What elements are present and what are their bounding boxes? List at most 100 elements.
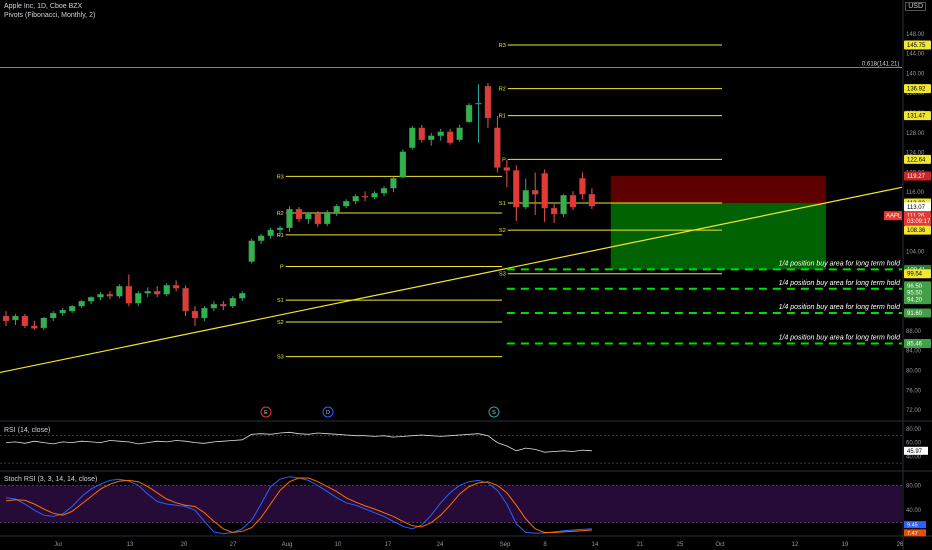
currency-badge[interactable]: USD (905, 2, 926, 11)
price-axis-tag-label: 122.64 (907, 157, 926, 163)
candle-body (229, 298, 236, 307)
candle-body (456, 127, 463, 140)
candle-body (550, 207, 558, 215)
rsi-tick-label: 40.00 (906, 454, 922, 460)
candle-body (333, 205, 340, 213)
candle-body (446, 131, 454, 143)
candle-body (343, 201, 350, 207)
candle-body (541, 173, 548, 209)
candle-body (494, 127, 501, 168)
event-marker-label: D (326, 410, 330, 416)
candle-body (437, 131, 444, 136)
price-axis-tag-label: 119.27 (907, 174, 926, 180)
candle-body (522, 190, 529, 208)
candle-body (69, 305, 76, 312)
pivot-level-label: R3 (499, 43, 506, 49)
candle-body (116, 286, 123, 297)
price-tick-label: 80.00 (906, 368, 922, 374)
candle-body (182, 288, 189, 312)
candle-body (324, 211, 331, 225)
candle-body (305, 213, 312, 220)
price-tick-label: 128.00 (906, 131, 925, 137)
candle-body (503, 167, 511, 171)
time-tick-label: 24 (437, 542, 444, 548)
candle-body (144, 291, 151, 294)
price-tick-label: 148.00 (906, 32, 925, 38)
candle-body (154, 291, 161, 295)
candle-body (31, 325, 38, 329)
candle-body (588, 194, 596, 207)
price-axis-tag-label: 03:09:17 (907, 219, 931, 225)
candle-body (12, 315, 19, 321)
time-tick-label: 20 (181, 542, 188, 548)
buy-zone-label: 1/4 position buy area for long term hold (779, 280, 902, 287)
candle-body (560, 195, 567, 215)
candle-body (532, 190, 539, 195)
event-marker-label: S (492, 410, 496, 416)
candle-body (475, 102, 482, 105)
candle-body (163, 285, 170, 295)
pivot-level-label: R1 (499, 114, 506, 120)
pivot-level-label: S3 (499, 272, 506, 278)
pivot-level-label: R2 (277, 211, 284, 217)
candle-body (276, 227, 284, 231)
chart-title: Apple Inc, 1D, Cboe BZX (4, 3, 83, 10)
time-tick-label: 27 (230, 542, 237, 548)
chart-canvas[interactable]: 148.00144.00140.00136.00132.00128.00124.… (0, 0, 932, 550)
candle-body (172, 285, 180, 289)
candle-body (40, 317, 47, 329)
candle-body (220, 303, 227, 307)
price-axis-tag-label: 85.46 (907, 341, 923, 347)
buy-zone-label: 1/4 position buy area for long term hold (779, 260, 902, 267)
candle-body (239, 293, 246, 299)
time-tick-label: 26 (897, 542, 904, 548)
time-tick-label: 10 (335, 542, 342, 548)
price-axis-tag-label: 136.92 (907, 87, 926, 93)
candle-body (380, 188, 388, 194)
price-tick-label: 84.00 (906, 349, 922, 355)
pivot-level-label: R3 (277, 174, 284, 180)
candle-body (50, 312, 57, 319)
price-tick-label: 76.00 (906, 388, 922, 394)
price-axis-tag-label: 113.07 (907, 205, 926, 211)
pivot-level-label: P (280, 265, 284, 271)
price-tick-label: 140.00 (906, 71, 925, 77)
candle-body (2, 315, 10, 322)
time-tick-label: 17 (385, 542, 392, 548)
candle-body (267, 229, 274, 236)
candle-body (418, 127, 425, 140)
time-tick-label: Oct (715, 542, 725, 548)
candle-body (484, 86, 492, 119)
price-tick-label: 72.00 (906, 408, 922, 414)
candle-body (97, 294, 104, 298)
time-tick-label: Aug (282, 542, 293, 548)
candle-body (257, 235, 265, 241)
time-tick-label: Sep (500, 542, 511, 548)
candle-body (314, 213, 322, 225)
candle-body (409, 127, 416, 148)
candle-body (248, 240, 255, 262)
event-marker-label: E (264, 410, 268, 416)
candle-body (295, 208, 303, 220)
pivots-legend: Pivots (Fibonacci, Monthly, 2) (4, 12, 96, 19)
candle-body (87, 297, 95, 302)
price-axis-tag-label: 131.47 (907, 114, 926, 120)
candle-body (579, 178, 586, 195)
candle-body (361, 196, 369, 198)
stoch-k-value-label: 9.45 (907, 523, 918, 529)
rsi-value-tag-label: 45.97 (907, 449, 923, 455)
price-tick-label: 104.00 (906, 250, 925, 256)
candle-body (59, 309, 66, 314)
fib-level-label: 0.618(141.21) (862, 61, 899, 67)
time-tick-label: Jul (54, 542, 62, 548)
time-tick-label: 19 (842, 542, 849, 548)
candle-body (352, 196, 359, 202)
price-axis-tag-label: 99.54 (907, 272, 923, 278)
time-tick-label: 12 (792, 542, 799, 548)
rsi-legend: RSI (14, close) (4, 427, 51, 434)
candle-body (399, 151, 407, 178)
candle-body (78, 301, 85, 307)
pivot-level-label: S1 (499, 201, 506, 207)
time-tick-label: 14 (592, 542, 599, 548)
pivot-level-label: R2 (499, 87, 506, 93)
